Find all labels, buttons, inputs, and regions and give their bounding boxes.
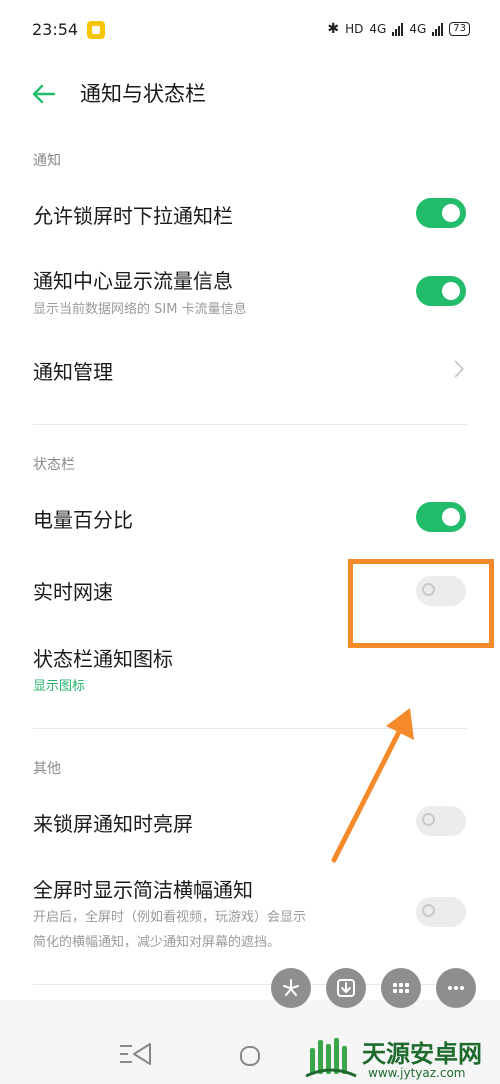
annotation-highlight-box (348, 559, 494, 648)
nav-home-icon[interactable] (238, 1044, 262, 1068)
more-icon (448, 986, 464, 990)
signal-2-label: 4G (409, 22, 427, 36)
toggle-traffic-info[interactable] (416, 276, 466, 306)
toggle-battery-percent[interactable] (416, 502, 466, 532)
signal-bars-icon (432, 22, 444, 36)
watermark-title: 天源安卓网 (362, 1040, 482, 1068)
row-sub-traffic-info: 显示当前数据网络的 SIM 卡流量信息 (33, 302, 247, 317)
row-label-fullscreen-banner: 全屏时显示简洁横幅通知 (33, 878, 253, 902)
row-label-realtime-speed: 实时网速 (33, 580, 113, 604)
grid-icon (393, 983, 409, 993)
row-sub-fullscreen-banner-line1: 开启后，全屏时（例如看视频，玩游戏）会显示 (33, 910, 307, 925)
back-arrow-icon[interactable] (32, 84, 56, 104)
bluetooth-icon: ✱ (327, 21, 340, 37)
fab-more-button[interactable] (436, 968, 476, 1008)
row-label-statusbar-icons[interactable]: 状态栏通知图标 (33, 643, 173, 672)
row-sub-fullscreen-banner-line2: 简化的横幅通知，减少通知对屏幕的遮挡。 (33, 935, 281, 950)
fab-sparkle-button[interactable] (271, 968, 311, 1008)
status-indicators: ✱ HD 4G 4G 73 (327, 21, 470, 37)
battery-icon: 73 (449, 22, 470, 36)
section-label-other: 其他 (33, 761, 61, 777)
row-label-wake-on-notification: 来锁屏通知时亮屏 (33, 812, 193, 836)
toggle-fullscreen-banner[interactable] (416, 897, 466, 927)
status-time: 23:54 (32, 20, 79, 39)
row-sub-statusbar-icons: 显示图标 (33, 679, 86, 694)
signal-bars-icon (392, 22, 404, 36)
row-label-traffic-info: 通知中心显示流量信息 (33, 269, 233, 293)
section-label-status-bar: 状态栏 (33, 457, 75, 473)
watermark-url: www.jytyaz.com (368, 1066, 466, 1080)
signal-1-label: 4G (369, 22, 387, 36)
annotation-arrow-icon (331, 708, 414, 863)
section-label-notifications: 通知 (33, 153, 61, 169)
row-label-lockscreen-pulldown: 允许锁屏时下拉通知栏 (33, 204, 233, 228)
row-label-notification-management[interactable]: 通知管理 (33, 356, 113, 385)
fab-grid-button[interactable] (381, 968, 421, 1008)
fab-download-button[interactable] (326, 968, 366, 1008)
toggle-lockscreen-pulldown[interactable] (416, 198, 466, 228)
row-label-battery-percent: 电量百分比 (33, 508, 133, 532)
page-title: 通知与状态栏 (80, 82, 206, 106)
nav-back-icon[interactable] (118, 1042, 152, 1066)
download-icon (337, 979, 355, 997)
app-notification-icon (87, 21, 105, 39)
watermark-logo-icon (305, 1038, 357, 1078)
chevron-right-icon[interactable] (454, 360, 464, 378)
divider (33, 424, 467, 425)
sparkle-icon (283, 979, 299, 996)
network-hd-label: HD (345, 22, 364, 36)
